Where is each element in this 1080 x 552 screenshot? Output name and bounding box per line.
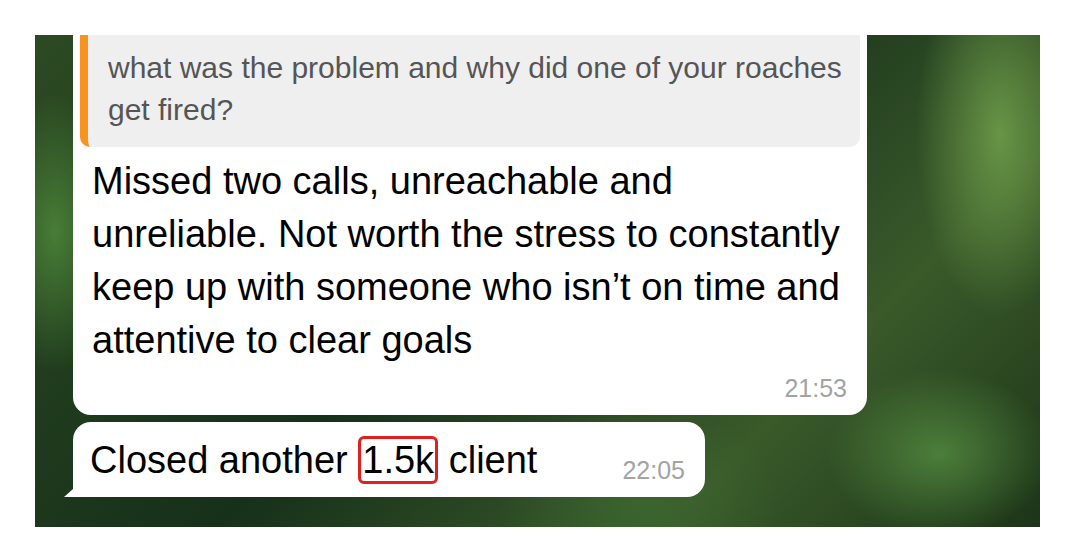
text-segment: client	[438, 439, 537, 481]
chat-wallpaper: what was the problem and why did one of …	[35, 35, 1040, 527]
reply-quote[interactable]: what was the problem and why did one of …	[80, 35, 860, 147]
message-text: Closed another 1.5k client	[90, 434, 537, 487]
screenshot: what was the problem and why did one of …	[0, 0, 1080, 552]
message-time: 22:05	[622, 455, 685, 487]
message-bubble[interactable]: Closed another 1.5k client 22:05	[73, 422, 705, 497]
text-segment: Missed two calls, unreachable and unreli…	[92, 160, 850, 361]
message-bubble[interactable]: what was the problem and why did one of …	[73, 35, 867, 415]
highlighted-text: 1.5k	[358, 436, 438, 484]
message-time: 21:53	[784, 367, 867, 403]
message-text: Missed two calls, unreachable and unreli…	[73, 147, 867, 367]
text-segment: Closed another	[90, 439, 358, 481]
